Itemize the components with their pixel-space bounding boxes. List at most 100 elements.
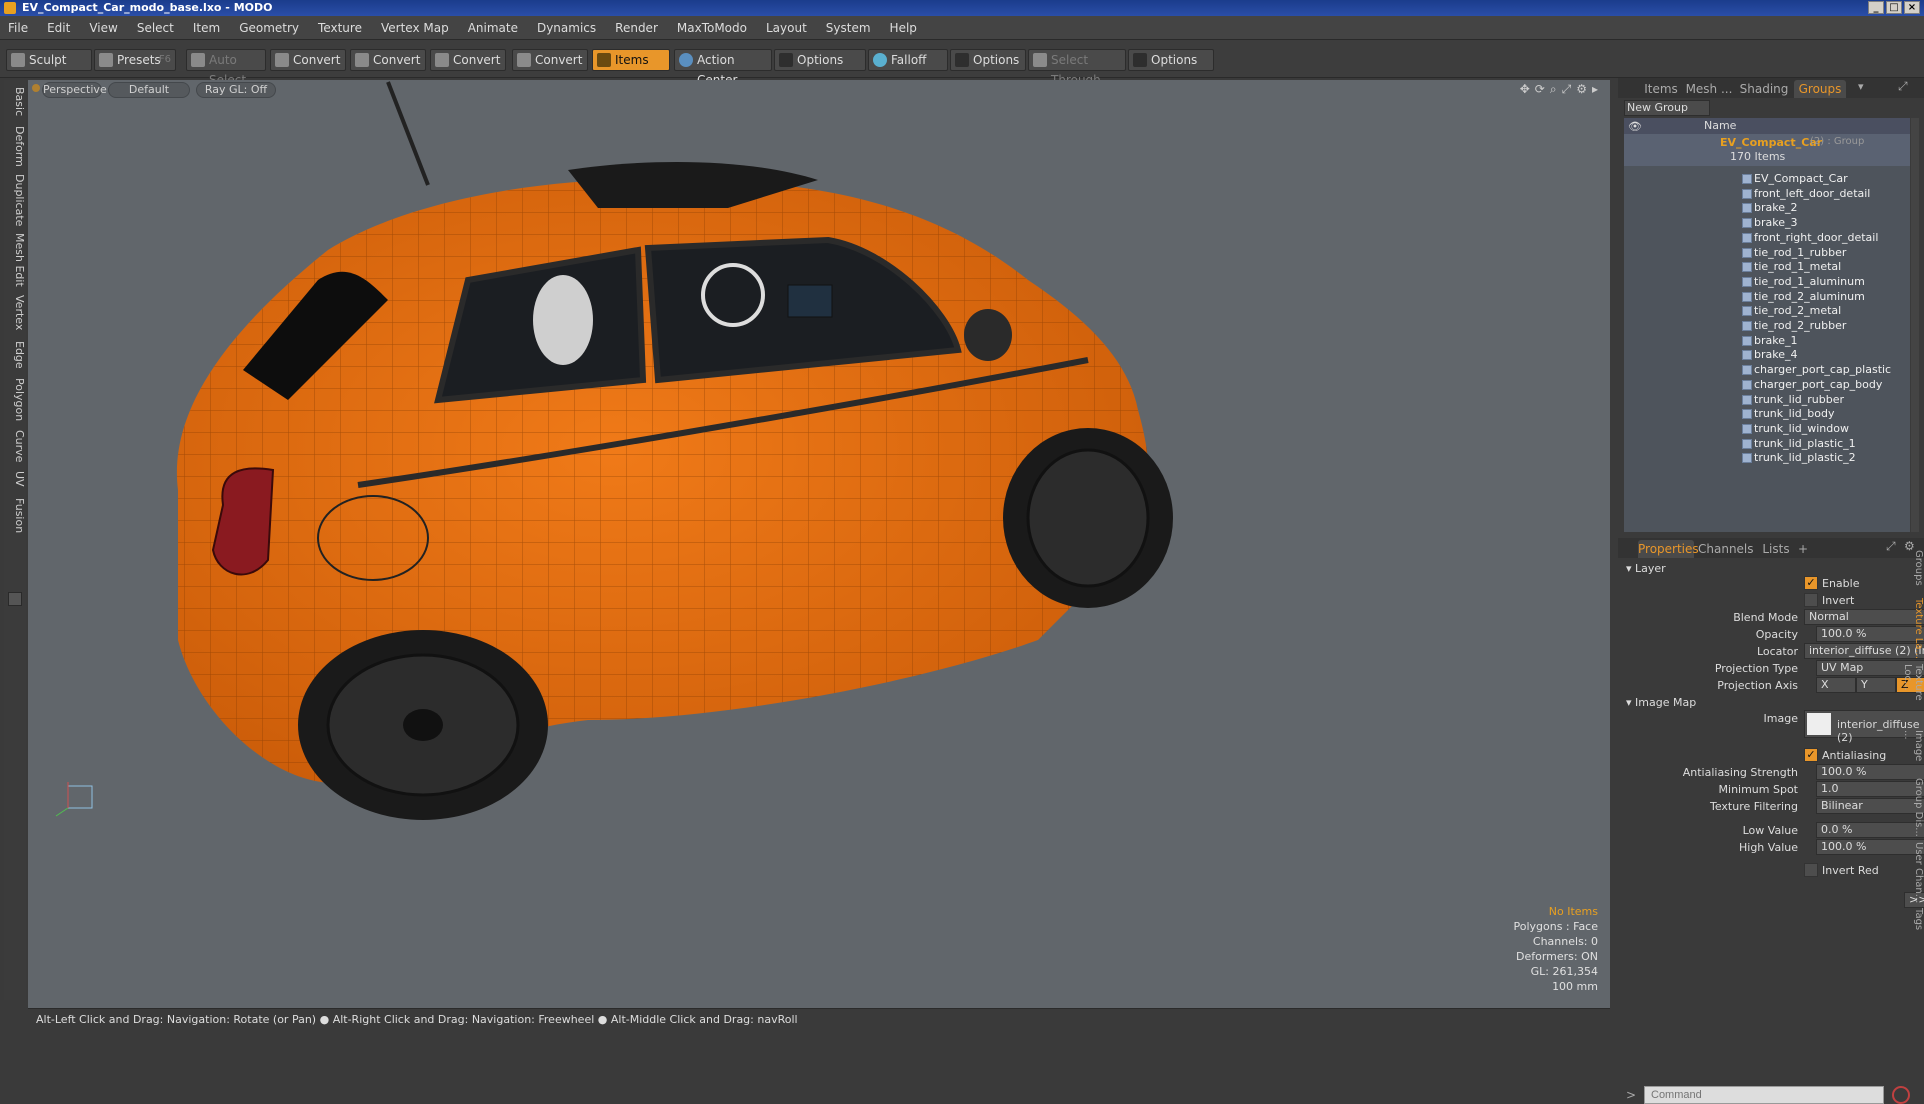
items-button[interactable]: Items [592, 49, 670, 71]
tex-filter-select[interactable]: Bilinear [1816, 798, 1924, 814]
tab-edge[interactable]: Edge [4, 338, 26, 372]
action-center-button[interactable]: Action Center [674, 49, 772, 87]
tab-groups[interactable]: Groups [1794, 80, 1846, 98]
menu-dynamics[interactable]: Dynamics [537, 21, 596, 35]
side-tab-tags[interactable]: Tags [1910, 908, 1924, 938]
enable-checkbox[interactable]: ✓ [1804, 576, 1818, 590]
tab-vertex[interactable]: Vertex [4, 292, 26, 334]
menu-layout[interactable]: Layout [766, 21, 807, 35]
menu-texture[interactable]: Texture [318, 21, 362, 35]
tab-uv[interactable]: UV [4, 468, 26, 490]
menu-help[interactable]: Help [890, 21, 917, 35]
panel-expand-icon[interactable]: ⤢ [1886, 539, 1896, 554]
menu-render[interactable]: Render [615, 21, 658, 35]
convert-button-2[interactable]: Convert [350, 49, 426, 71]
raygl-button[interactable]: Ray GL: Off [196, 82, 276, 98]
presets-button[interactable]: Presets F6 [94, 49, 176, 71]
tab-polygon[interactable]: Polygon [4, 376, 26, 424]
name-column-header[interactable]: Name [1704, 119, 1736, 132]
menu-vertex-map[interactable]: Vertex Map [381, 21, 449, 35]
auto-select-button[interactable]: Auto Select [186, 49, 266, 87]
sculpt-button[interactable]: Sculpt [6, 49, 92, 71]
invert-red-checkbox[interactable] [1804, 863, 1818, 877]
aa-strength-field[interactable]: 100.0 % [1816, 764, 1924, 780]
options-icon [1133, 53, 1147, 67]
tab-mesh-edit[interactable]: Mesh Edit [4, 232, 26, 288]
convert-button-4[interactable]: Convert [512, 49, 588, 71]
tab-basic[interactable]: Basic [4, 84, 26, 120]
falloff-options-button[interactable]: Options [950, 49, 1026, 71]
side-tab-image[interactable]: Image ... [1902, 730, 1924, 774]
3d-viewport[interactable]: Perspective Default Ray GL: Off ✥ ⟳ ⌕ ⤢ … [28, 80, 1610, 1008]
tab-lists[interactable]: Lists [1756, 540, 1796, 558]
tab-shading[interactable]: Shading [1736, 80, 1792, 98]
side-mirror [964, 309, 1012, 361]
min-spot-field[interactable]: 1.0 [1816, 781, 1924, 797]
gear-icon[interactable]: ⚙ [1576, 82, 1587, 97]
new-group-button[interactable]: New Group [1624, 100, 1710, 116]
expand-icon[interactable]: ▸ [1592, 82, 1598, 97]
convert-button-3[interactable]: Convert [430, 49, 506, 71]
tab-items[interactable]: Items [1638, 80, 1684, 98]
invert-checkbox[interactable] [1804, 593, 1818, 607]
axis-y-button[interactable]: Y [1856, 677, 1896, 693]
locator-select[interactable]: interior_diffuse (2) (Image) (... [1804, 643, 1924, 659]
rotate-icon[interactable]: ⟳ [1535, 82, 1545, 97]
maximize-button[interactable]: □ [1886, 1, 1902, 14]
side-tab-texture-layer[interactable]: Texture La... [1910, 598, 1924, 660]
side-tab-user-channels[interactable]: User Chan... [1910, 842, 1924, 904]
tab-channels[interactable]: Channels [1698, 540, 1754, 558]
tab-curve[interactable]: Curve [4, 428, 26, 464]
side-tab-group-display[interactable]: Group Dis... [1910, 778, 1924, 838]
menu-edit[interactable]: Edit [47, 21, 70, 35]
axis-x-button[interactable]: X [1816, 677, 1856, 693]
menu-geometry[interactable]: Geometry [239, 21, 299, 35]
viewport-menu-icon[interactable] [32, 84, 40, 92]
tabs-dropdown-icon[interactable]: ▾ [1858, 80, 1864, 93]
menu-file[interactable]: File [8, 21, 28, 35]
falloff-button[interactable]: Falloff [868, 49, 948, 71]
tab-mesh[interactable]: Mesh ... [1684, 80, 1734, 98]
tab-duplicate[interactable]: Duplicate [4, 172, 26, 228]
convert-button-1[interactable]: Convert [270, 49, 346, 71]
menu-system[interactable]: System [826, 21, 871, 35]
groups-scrollbar[interactable] [1911, 118, 1919, 532]
high-value-field[interactable]: 100.0 % [1816, 839, 1924, 855]
view-type-button[interactable]: Perspective [42, 82, 107, 98]
layer-section-header[interactable]: ▾ Layer [1626, 562, 1666, 575]
zoom-icon[interactable]: ⌕ [1550, 82, 1557, 97]
tab-deform[interactable]: Deform [4, 124, 26, 168]
list-item[interactable]: trunk_lid_plastic_2 [1624, 449, 1910, 467]
menu-select[interactable]: Select [137, 21, 174, 35]
minimize-button[interactable]: _ [1868, 1, 1884, 14]
panel-expand-icon[interactable]: ⤢ [1898, 79, 1908, 94]
side-tab-texture-locator[interactable]: Texture Loc... [1902, 664, 1924, 726]
select-through-button[interactable]: Select Through [1028, 49, 1126, 87]
menu-maxtomodo[interactable]: MaxToModo [677, 21, 747, 35]
record-icon[interactable] [1892, 1086, 1910, 1104]
shading-mode-button[interactable]: Default [108, 82, 190, 98]
status-bar: Alt-Left Click and Drag: Navigation: Rot… [28, 1008, 1610, 1032]
low-value-field[interactable]: 0.0 % [1816, 822, 1924, 838]
group-row[interactable]: EV_Compact_Car (2) : Group 170 Items [1624, 134, 1910, 166]
tabs-toggle-button[interactable] [8, 592, 22, 606]
items-icon [597, 53, 611, 67]
fit-icon[interactable]: ⤢ [1562, 82, 1572, 97]
opacity-field[interactable]: 100.0 % [1816, 626, 1924, 642]
command-input[interactable] [1644, 1086, 1884, 1104]
antialiasing-checkbox[interactable]: ✓ [1804, 748, 1818, 762]
menu-view[interactable]: View [89, 21, 117, 35]
image-map-section-header[interactable]: ▾ Image Map [1626, 696, 1696, 709]
side-tab-groups[interactable]: Groups [1910, 550, 1924, 594]
blend-mode-select[interactable]: Normal [1804, 609, 1924, 625]
close-button[interactable]: × [1904, 1, 1920, 14]
select-through-options-button[interactable]: Options [1128, 49, 1214, 71]
tab-fusion[interactable]: Fusion [4, 494, 26, 538]
tab-properties[interactable]: Properties [1638, 540, 1699, 558]
pan-icon[interactable]: ✥ [1520, 82, 1530, 97]
menu-animate[interactable]: Animate [468, 21, 518, 35]
action-center-options-button[interactable]: Options [774, 49, 866, 71]
auto-select-icon [191, 53, 205, 67]
menu-item[interactable]: Item [193, 21, 220, 35]
tab-add[interactable]: + [1796, 540, 1810, 558]
